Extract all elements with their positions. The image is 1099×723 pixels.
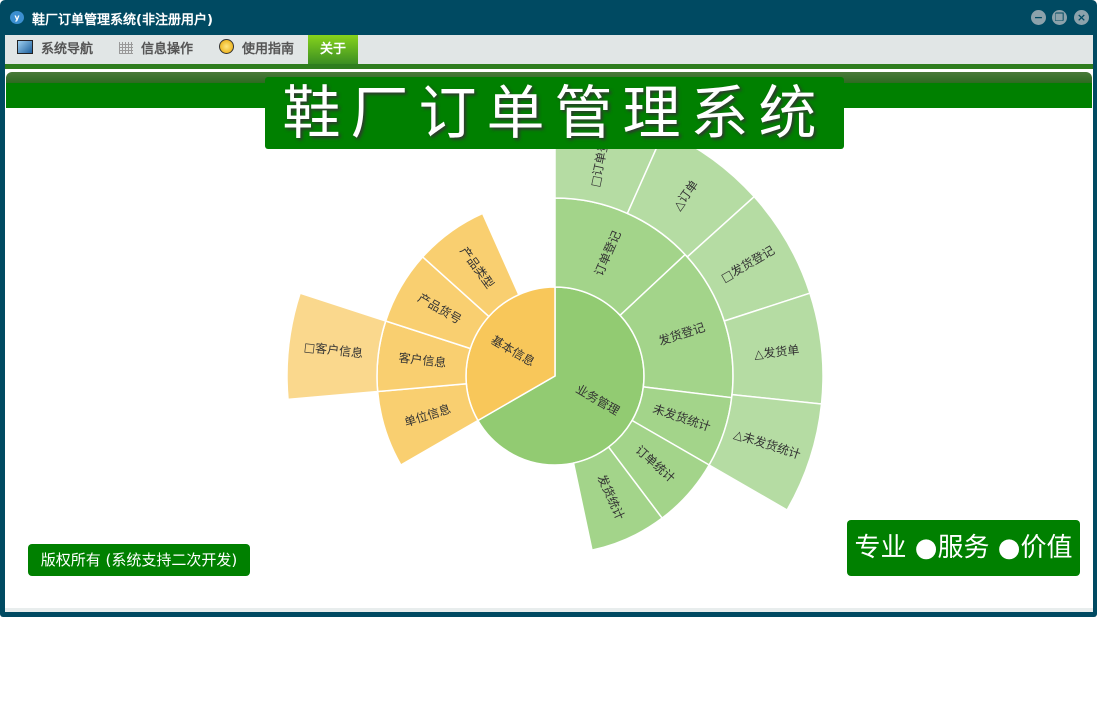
page-title: 鞋厂订单管理系统	[265, 77, 844, 149]
sunburst-segment[interactable]	[376, 382, 479, 467]
